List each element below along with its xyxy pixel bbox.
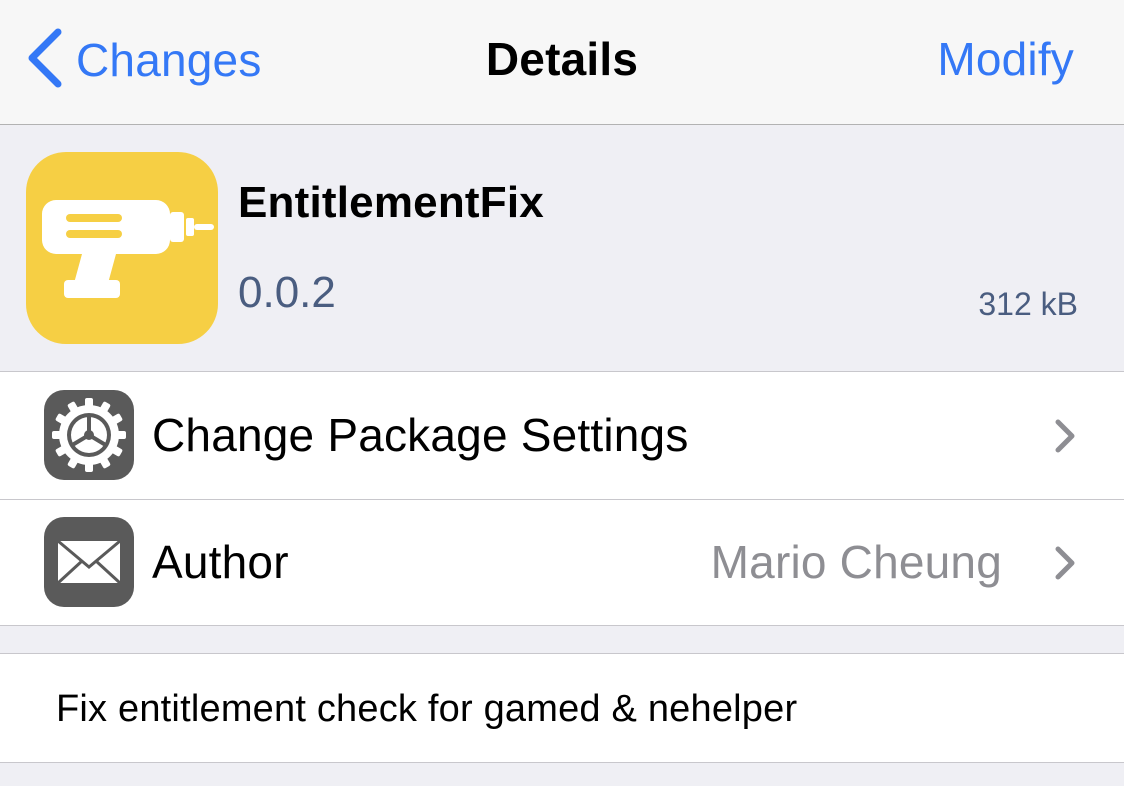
chevron-right-icon — [1055, 546, 1075, 580]
package-version: 0.0.2 — [238, 268, 336, 317]
row-label: Author — [152, 536, 289, 588]
chevron-right-icon — [1055, 419, 1075, 453]
gear-icon — [44, 390, 134, 480]
package-description: Fix entitlement check for gamed & nehelp… — [56, 688, 798, 730]
navigation-bar: Changes Details Modify — [0, 0, 1124, 125]
author-row[interactable]: Author Mario Cheung — [0, 499, 1124, 626]
package-size: 312 kB — [978, 286, 1078, 322]
package-header: EntitlementFix 0.0.2 312 kB — [0, 126, 1124, 371]
package-actions-group: Change Package Settings Author Mario Che… — [0, 371, 1124, 626]
change-package-settings-row[interactable]: Change Package Settings — [0, 372, 1124, 499]
author-name: Mario Cheung — [710, 536, 1002, 588]
row-label: Change Package Settings — [152, 409, 689, 461]
drill-icon — [26, 152, 218, 344]
package-name: EntitlementFix — [238, 178, 544, 227]
modify-button[interactable]: Modify — [937, 32, 1074, 86]
description-group: Fix entitlement check for gamed & nehelp… — [0, 653, 1124, 763]
envelope-icon — [44, 517, 134, 607]
